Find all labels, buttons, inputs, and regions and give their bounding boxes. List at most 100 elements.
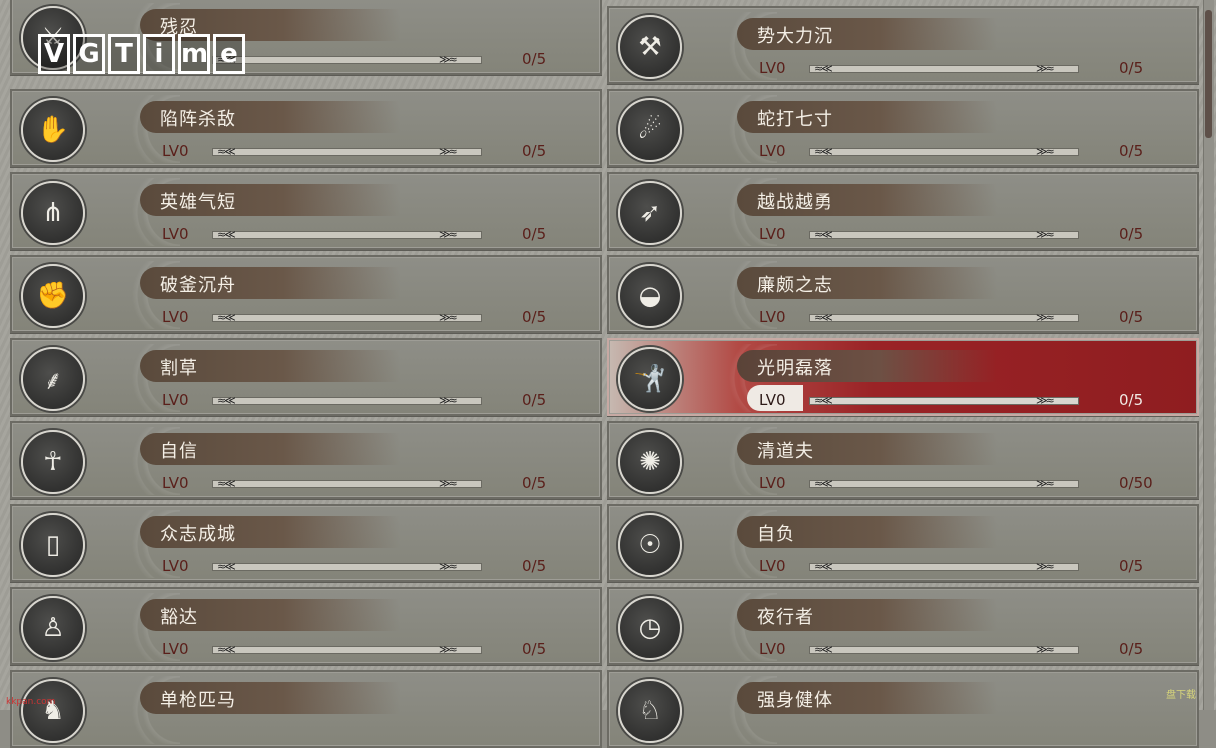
skill-name: 清道夫 <box>757 441 814 462</box>
skill-progress-bar: ≈≪ ≫≈ <box>212 311 482 324</box>
skill-card[interactable]: ✊ 破釜沉舟 LV0 ≈≪ ≫≈ 0/5 <box>10 255 602 333</box>
rider-icon: ♞ <box>21 679 85 743</box>
shield-icon: ▯ <box>21 513 85 577</box>
logo-letter: G <box>73 34 105 74</box>
skill-progress: 0/50 <box>1119 474 1153 492</box>
skill-progress-bar: ≈≪ ≫≈ <box>809 477 1079 490</box>
logo-letter: V <box>38 34 70 74</box>
skill-progress: 0/5 <box>1119 308 1144 326</box>
bowl-icon: ◒ <box>618 264 682 328</box>
skill-name: 越战越勇 <box>757 192 833 213</box>
skill-level: LV0 <box>759 59 786 77</box>
skill-card[interactable]: ☄ 蛇打七寸 LV0 ≈≪ ≫≈ 0/5 <box>607 89 1199 167</box>
body-icon: ♘ <box>618 679 682 743</box>
grass-icon: ⸙ <box>21 347 85 411</box>
axe-hand-icon: ✊ <box>21 264 85 328</box>
skill-card[interactable]: ♘ 强身健体 <box>607 670 1199 748</box>
skill-card[interactable]: ▯ 众志成城 LV0 ≈≪ ≫≈ 0/5 <box>10 504 602 582</box>
skill-card[interactable]: ☥ 自信 LV0 ≈≪ ≫≈ 0/5 <box>10 421 602 499</box>
skill-progress-bar: ≈≪ ≫≈ <box>809 643 1079 656</box>
skill-progress: 0/5 <box>522 225 547 243</box>
skill-card[interactable]: ◷ 夜行者 LV0 ≈≪ ≫≈ 0/5 <box>607 587 1199 665</box>
skill-card[interactable]: ✋ 陷阵杀敌 LV0 ≈≪ ≫≈ 0/5 <box>10 89 602 167</box>
skill-name: 割草 <box>160 358 198 379</box>
watermark-site-left: kkpan.com <box>6 697 56 707</box>
skill-level: LV0 <box>759 391 786 409</box>
skill-progress-bar: ≈≪ ≫≈ <box>212 560 482 573</box>
strike-icon: ☄ <box>618 98 682 162</box>
archer-icon: ➶ <box>618 181 682 245</box>
skill-card[interactable]: ✺ 清道夫 LV0 ≈≪ ≫≈ 0/50 <box>607 421 1199 499</box>
skill-progress: 0/5 <box>1119 225 1144 243</box>
skill-progress: 0/5 <box>522 474 547 492</box>
flex-icon: ☥ <box>21 430 85 494</box>
skill-level: LV0 <box>759 225 786 243</box>
skill-progress-bar: ≈≪ ≫≈ <box>212 53 482 66</box>
logo-letter: T <box>108 34 140 74</box>
skill-card[interactable]: ◒ 廉颇之志 LV0 ≈≪ ≫≈ 0/5 <box>607 255 1199 333</box>
skill-name: 自信 <box>160 441 198 462</box>
skill-progress: 0/5 <box>522 391 547 409</box>
skill-card[interactable]: ☉ 自负 LV0 ≈≪ ≫≈ 0/5 <box>607 504 1199 582</box>
lunge-icon: 🤺 <box>618 347 682 411</box>
skill-level: LV0 <box>162 142 189 160</box>
skill-level: LV0 <box>759 142 786 160</box>
skill-progress-bar: ≈≪ ≫≈ <box>809 145 1079 158</box>
skill-progress-bar: ≈≪ ≫≈ <box>212 145 482 158</box>
skill-progress: 0/5 <box>522 557 547 575</box>
kneel-icon: ♙ <box>21 596 85 660</box>
skill-card[interactable]: ♞ 单枪匹马 <box>10 670 602 748</box>
skill-name: 陷阵杀敌 <box>160 109 236 130</box>
skill-name: 廉颇之志 <box>757 275 833 296</box>
skill-name: 蛇打七寸 <box>757 109 833 130</box>
skill-card[interactable]: ⸙ 割草 LV0 ≈≪ ≫≈ 0/5 <box>10 338 602 416</box>
skill-name: 豁达 <box>160 607 198 628</box>
skill-progress: 0/5 <box>522 308 547 326</box>
skill-progress-bar: ≈≪ ≫≈ <box>212 643 482 656</box>
loot-icon: ✺ <box>618 430 682 494</box>
skill-progress: 0/5 <box>1119 391 1144 409</box>
watermark-site-right: 盘下载 <box>1166 690 1196 701</box>
skill-progress: 0/5 <box>522 142 547 160</box>
clock-icon: ◷ <box>618 596 682 660</box>
skill-progress: 0/5 <box>1119 59 1144 77</box>
skill-progress-bar: ≈≪ ≫≈ <box>212 477 482 490</box>
skill-level: LV0 <box>162 640 189 658</box>
skill-card[interactable]: ⚒ 势大力沉 LV0 ≈≪ ≫≈ 0/5 <box>607 6 1199 84</box>
skill-level: LV0 <box>162 308 189 326</box>
skill-progress: 0/5 <box>522 50 547 68</box>
skill-card[interactable]: ➶ 越战越勇 LV0 ≈≪ ≫≈ 0/5 <box>607 172 1199 250</box>
hammer-icon: ⚒ <box>618 15 682 79</box>
skill-name: 英雄气短 <box>160 192 236 213</box>
skill-level: LV0 <box>162 225 189 243</box>
skill-card-selected[interactable]: 🤺 光明磊落 LV0 ≈≪ ≫≈ 0/5 <box>607 338 1199 416</box>
skill-progress-bar: ≈≪ ≫≈ <box>809 311 1079 324</box>
skill-name: 光明磊落 <box>757 358 833 379</box>
skill-progress-bar: ≈≪ ≫≈ <box>212 394 482 407</box>
guard-icon: ☉ <box>618 513 682 577</box>
skill-name: 破釜沉舟 <box>160 275 236 296</box>
skill-progress-bar: ≈≪ ≫≈ <box>809 228 1079 241</box>
skill-name: 单枪匹马 <box>160 690 236 711</box>
skill-level: LV0 <box>162 391 189 409</box>
skill-level: LV0 <box>759 308 786 326</box>
skill-level: LV0 <box>759 474 786 492</box>
skill-name: 强身健体 <box>757 690 833 711</box>
skill-progress: 0/5 <box>1119 557 1144 575</box>
logo-letter: i <box>143 34 175 74</box>
skill-level: LV0 <box>162 474 189 492</box>
logo-letter: e <box>213 34 245 74</box>
logo-letter: m <box>178 34 210 74</box>
skill-progress-bar: ≈≪ ≫≈ <box>809 62 1079 75</box>
skill-card[interactable]: ♙ 豁达 LV0 ≈≪ ≫≈ 0/5 <box>10 587 602 665</box>
skill-progress: 0/5 <box>1119 640 1144 658</box>
skill-progress-bar: ≈≪ ≫≈ <box>809 394 1079 407</box>
skill-level: LV0 <box>759 640 786 658</box>
skill-level: LV0 <box>759 557 786 575</box>
skill-progress-bar: ≈≪ ≫≈ <box>809 560 1079 573</box>
skill-card[interactable]: ⋔ 英雄气短 LV0 ≈≪ ≫≈ 0/5 <box>10 172 602 250</box>
skill-name: 夜行者 <box>757 607 814 628</box>
scrollbar-thumb[interactable] <box>1205 10 1212 138</box>
skill-name: 势大力沉 <box>757 26 833 47</box>
quiver-icon: ⋔ <box>21 181 85 245</box>
